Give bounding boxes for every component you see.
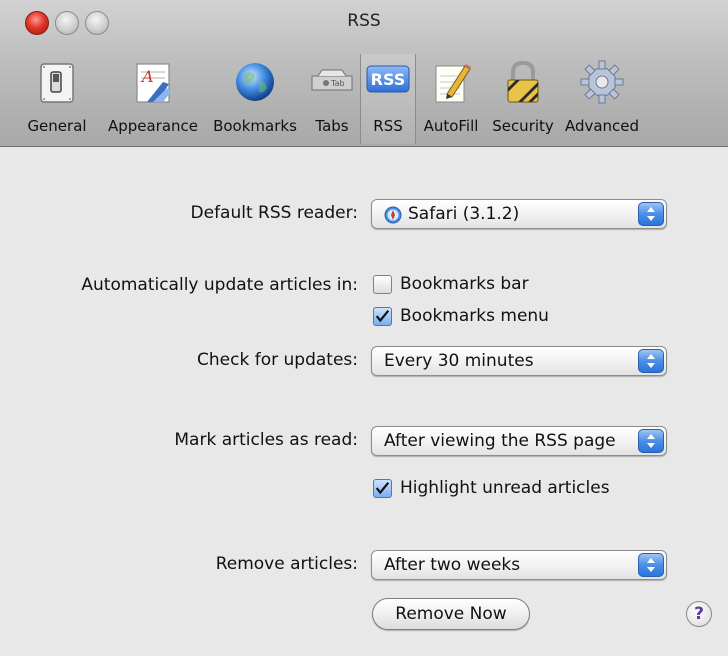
title-bar: RSS General A Appearance Bookmarks Tab T… xyxy=(0,0,728,147)
tab-autofill-label: AutoFill xyxy=(423,117,479,135)
tab-general[interactable]: General xyxy=(14,54,100,144)
check-for-updates-value: Every 30 minutes xyxy=(384,351,534,371)
gear-icon xyxy=(580,60,624,104)
remove-articles-label: Remove articles: xyxy=(215,554,358,574)
bookmarks-bar-checkbox[interactable] xyxy=(373,275,392,294)
check-for-updates-popup[interactable]: Every 30 minutes xyxy=(371,346,667,376)
tab-rss[interactable]: RSS RSS xyxy=(360,54,416,144)
popup-arrows-icon xyxy=(638,202,664,226)
rss-preferences-pane: Default RSS reader: Safari (3.1.2) Autom… xyxy=(0,147,728,656)
tab-tabs-label: Tabs xyxy=(315,117,349,135)
bookmarks-bar-label: Bookmarks bar xyxy=(400,274,529,294)
default-rss-reader-popup[interactable]: Safari (3.1.2) xyxy=(371,199,667,229)
default-rss-reader-label: Default RSS reader: xyxy=(190,203,358,223)
tab-rss-label: RSS xyxy=(373,117,403,135)
default-rss-reader-value: Safari (3.1.2) xyxy=(408,204,520,224)
bookmarks-menu-label: Bookmarks menu xyxy=(400,306,549,326)
safari-compass-icon xyxy=(384,206,402,224)
checkmark-icon xyxy=(375,310,390,323)
remove-articles-value: After two weeks xyxy=(384,555,521,575)
popup-arrows-icon xyxy=(638,349,664,373)
tab-general-label: General xyxy=(27,117,87,135)
tab-security-label: Security xyxy=(492,117,554,135)
tab-appearance-label: Appearance xyxy=(107,117,199,135)
rss-icon: RSS xyxy=(366,65,410,93)
tab-advanced[interactable]: Advanced xyxy=(560,54,644,144)
highlight-unread-checkbox[interactable] xyxy=(373,479,392,498)
svg-text:Tab: Tab xyxy=(330,79,345,88)
checkmark-icon xyxy=(375,482,390,495)
preferences-window: RSS General A Appearance Bookmarks Tab T… xyxy=(0,0,728,656)
popup-arrows-icon xyxy=(638,553,664,577)
check-for-updates-label: Check for updates: xyxy=(197,350,358,370)
tab-appearance[interactable]: A Appearance xyxy=(100,54,206,144)
svg-text:A: A xyxy=(140,67,154,86)
popup-arrows-icon xyxy=(638,429,664,453)
tab-bookmarks[interactable]: Bookmarks xyxy=(206,54,304,144)
mark-as-read-value: After viewing the RSS page xyxy=(384,431,616,451)
mark-as-read-popup[interactable]: After viewing the RSS page xyxy=(371,426,667,456)
lock-icon xyxy=(507,60,539,103)
mark-as-read-label: Mark articles as read: xyxy=(174,430,358,450)
tab-autofill[interactable]: AutoFill xyxy=(416,54,486,144)
remove-articles-popup[interactable]: After two weeks xyxy=(371,550,667,580)
globe-icon xyxy=(236,63,274,101)
preferences-toolbar: General A Appearance Bookmarks Tab Tabs … xyxy=(14,54,644,144)
highlight-unread-label: Highlight unread articles xyxy=(400,478,610,498)
tab-bookmarks-label: Bookmarks xyxy=(213,117,297,135)
help-button[interactable]: ? xyxy=(686,601,712,627)
tab-advanced-label: Advanced xyxy=(564,117,640,135)
auto-update-label: Automatically update articles in: xyxy=(81,275,358,295)
tab-icon: Tab xyxy=(311,69,353,91)
svg-text:RSS: RSS xyxy=(371,70,406,89)
tab-tabs[interactable]: Tab Tabs xyxy=(304,54,360,144)
remove-now-button[interactable]: Remove Now xyxy=(372,598,530,630)
switch-icon xyxy=(40,63,74,103)
window-title: RSS xyxy=(347,11,381,31)
pencil-icon xyxy=(435,64,471,103)
font-icon: A xyxy=(136,63,171,103)
bookmarks-menu-checkbox[interactable] xyxy=(373,307,392,326)
tab-security[interactable]: Security xyxy=(486,54,560,144)
